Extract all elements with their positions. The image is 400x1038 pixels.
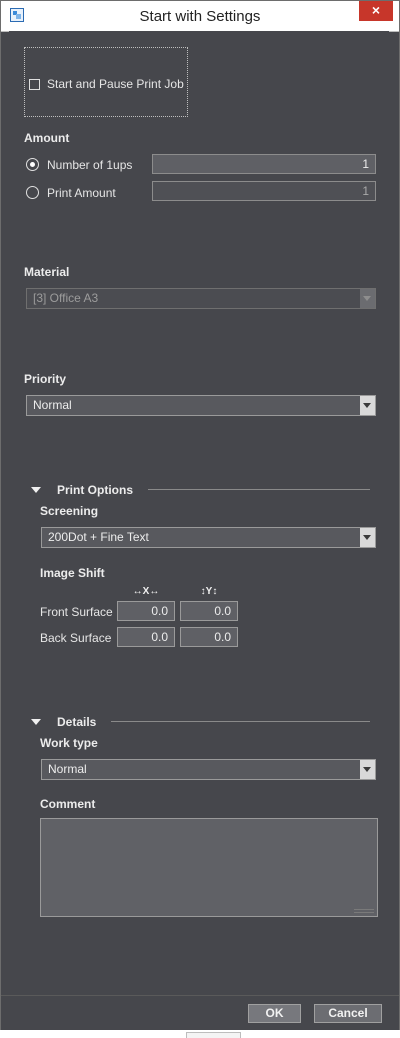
title-bar: Start with Settings × xyxy=(1,1,399,32)
work-type-select[interactable]: Normal xyxy=(41,759,376,780)
screening-title: Screening xyxy=(40,504,99,518)
chevron-down-icon xyxy=(360,396,375,415)
amount-title: Amount xyxy=(24,131,70,145)
material-select-value: [3] Office A3 xyxy=(33,291,99,305)
back-surface-x-field[interactable]: 0.0 xyxy=(117,627,175,647)
back-surface-y-field[interactable]: 0.0 xyxy=(180,627,238,647)
chevron-down-icon xyxy=(360,528,375,547)
screening-select-value: 200Dot + Fine Text xyxy=(48,530,149,544)
comment-textarea[interactable] xyxy=(40,818,378,917)
priority-select[interactable]: Normal xyxy=(26,395,376,416)
front-surface-x-field[interactable]: 0.0 xyxy=(117,601,175,621)
work-type-select-value: Normal xyxy=(48,762,87,776)
start-pause-checkbox[interactable] xyxy=(29,79,40,90)
chevron-down-icon xyxy=(360,289,375,308)
front-surface-label: Front Surface xyxy=(40,605,113,619)
print-amount-field[interactable]: 1 xyxy=(152,181,376,201)
close-button[interactable]: × xyxy=(359,1,393,21)
image-shift-title: Image Shift xyxy=(40,566,105,580)
cancel-button[interactable]: Cancel xyxy=(314,1004,382,1023)
print-options-divider xyxy=(148,489,370,490)
start-pause-group: Start and Pause Print Job xyxy=(24,47,188,117)
number-of-1ups-radio[interactable] xyxy=(26,158,39,171)
start-pause-label[interactable]: Start and Pause Print Job xyxy=(47,77,184,91)
chevron-down-icon xyxy=(360,760,375,779)
dialog-footer: OK Cancel xyxy=(1,995,399,1030)
window-title: Start with Settings xyxy=(139,8,261,25)
scrollbar-stub[interactable] xyxy=(186,1032,241,1038)
resize-grip-icon[interactable] xyxy=(354,912,374,913)
dialog-window: Start with Settings × Start and Pause Pr… xyxy=(0,0,400,1030)
material-select[interactable]: [3] Office A3 xyxy=(26,288,376,309)
front-surface-y-field[interactable]: 0.0 xyxy=(180,601,238,621)
x-axis-header: ↔X↔ xyxy=(132,586,160,597)
print-amount-radio[interactable] xyxy=(26,186,39,199)
print-amount-label[interactable]: Print Amount xyxy=(47,186,116,200)
comment-title: Comment xyxy=(40,797,96,811)
print-options-collapse-icon[interactable] xyxy=(31,487,41,493)
ok-button[interactable]: OK xyxy=(248,1004,301,1023)
priority-select-value: Normal xyxy=(33,398,72,412)
details-collapse-icon[interactable] xyxy=(31,719,41,725)
screening-select[interactable]: 200Dot + Fine Text xyxy=(41,527,376,548)
priority-title: Priority xyxy=(24,372,67,386)
y-axis-header: ↕Y↕ xyxy=(200,586,218,597)
material-title: Material xyxy=(24,265,70,279)
print-options-title[interactable]: Print Options xyxy=(57,483,133,497)
details-title[interactable]: Details xyxy=(57,715,96,729)
details-divider xyxy=(111,721,370,722)
number-of-1ups-field[interactable]: 1 xyxy=(152,154,376,174)
settings-panel: Start and Pause Print Job Amount Number … xyxy=(9,31,389,995)
number-of-1ups-label[interactable]: Number of 1ups xyxy=(47,158,132,172)
work-type-title: Work type xyxy=(40,736,98,750)
back-surface-label: Back Surface xyxy=(40,631,112,645)
